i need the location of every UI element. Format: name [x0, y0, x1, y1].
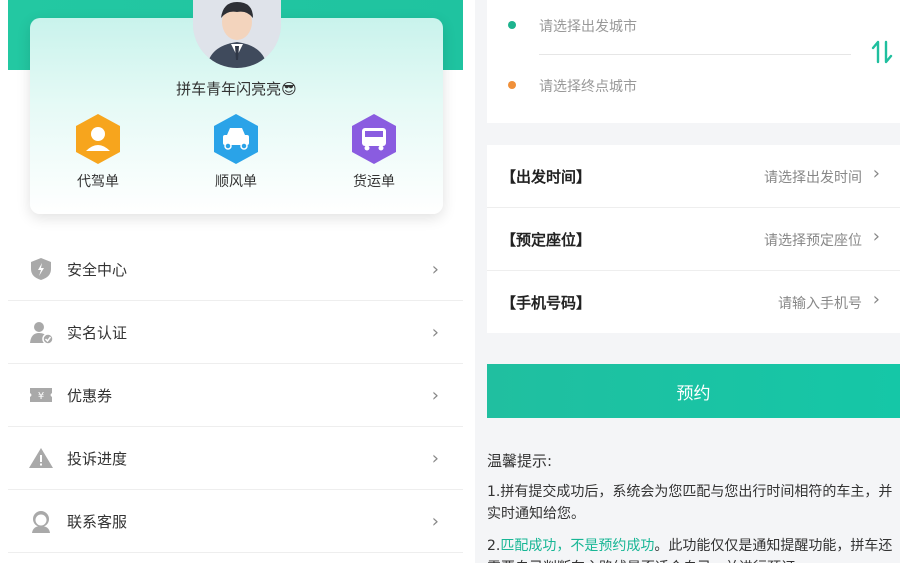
- menu-item-complaints[interactable]: 投诉进度 ›: [8, 427, 463, 490]
- departure-dot: [508, 21, 516, 29]
- phone-row[interactable]: 【手机号码】 请输入手机号 ›: [487, 271, 900, 334]
- order-type-label: 货运单: [353, 174, 395, 190]
- departure-time-value: 请选择出发时间: [764, 170, 862, 186]
- departure-time-row[interactable]: 【出发时间】 请选择出发时间 ›: [487, 145, 900, 208]
- order-type-label: 代驾单: [77, 174, 119, 190]
- destination-city-field[interactable]: 请选择终点城市: [539, 76, 637, 96]
- svg-text:¥: ¥: [38, 391, 44, 402]
- verified-user-icon: [30, 322, 54, 345]
- chevron-right-icon: ›: [872, 226, 880, 247]
- car-icon: [214, 114, 258, 164]
- avatar-icon: [193, 0, 281, 68]
- truck-icon: [352, 114, 396, 164]
- shield-icon: [31, 258, 51, 280]
- order-type-ride[interactable]: 顺风单: [191, 113, 281, 191]
- chevron-right-icon: ›: [872, 289, 880, 310]
- chevron-right-icon: ›: [431, 447, 439, 469]
- avatar[interactable]: [193, 0, 281, 68]
- tip-2: 2.匹配成功，不是预约成功。此功能仅仅是通知提醒功能，拼车还需要自己判断车主路线…: [487, 535, 900, 563]
- form-label: 【预定座位】: [501, 231, 592, 249]
- tip-2-prefix: 2.: [487, 538, 501, 554]
- form-label: 【手机号码】: [501, 294, 592, 312]
- chevron-right-icon: ›: [431, 321, 439, 343]
- reserve-button[interactable]: 预约: [487, 364, 900, 418]
- route-card: 请选择出发城市 请选择终点城市: [487, 0, 900, 123]
- warning-icon: [29, 448, 53, 468]
- departure-city-field[interactable]: 请选择出发城市: [539, 16, 637, 36]
- chevron-right-icon: ›: [431, 258, 439, 280]
- tips-title: 温馨提示:: [487, 452, 553, 470]
- menu-item-verification[interactable]: 实名认证 ›: [8, 301, 463, 364]
- booking-form: 【出发时间】 请选择出发时间 › 【预定座位】 请选择预定座位 › 【手机号码】…: [487, 145, 900, 333]
- chevron-right-icon: ›: [872, 163, 880, 184]
- settings-menu: 安全中心 › 实名认证 › ¥ 优惠券 › 投诉进度 › 联系客服 ›: [8, 238, 463, 553]
- coupon-icon: ¥: [30, 388, 52, 402]
- divider: [539, 54, 851, 55]
- menu-item-support[interactable]: 联系客服 ›: [8, 490, 463, 553]
- swap-icon[interactable]: [869, 38, 895, 66]
- menu-item-label: 实名认证: [67, 323, 128, 342]
- username: 拼车青年闪亮亮😎: [176, 80, 297, 98]
- chevron-right-icon: ›: [431, 384, 439, 406]
- menu-item-label: 优惠券: [67, 386, 113, 405]
- driver-icon: [76, 114, 120, 164]
- tip-1: 1.拼有提交成功后，系统会为您匹配与您出行时间相符的车主，并实时通知给您。: [487, 484, 893, 522]
- menu-item-label: 安全中心: [67, 260, 128, 279]
- menu-item-label: 投诉进度: [67, 449, 128, 468]
- tip-2-highlight: 匹配成功，不是预约成功: [500, 538, 655, 554]
- menu-item-label: 联系客服: [67, 512, 128, 531]
- phone-value: 请输入手机号: [778, 296, 862, 312]
- order-type-driver[interactable]: 代驾单: [53, 113, 143, 191]
- customer-service-icon: [32, 511, 50, 533]
- seat-value: 请选择预定座位: [764, 233, 862, 249]
- booking-panel: 请选择出发城市 请选择终点城市 【出发时间】 请选择出发时间 › 【预定座位】 …: [475, 0, 900, 563]
- profile-panel: 拼车青年闪亮亮😎 代驾单 顺风单 货运单 安全中心 › 实名认证 › ¥ 优惠券…: [0, 0, 475, 563]
- order-type-freight[interactable]: 货运单: [329, 113, 419, 191]
- tips-section: 温馨提示: 1.拼有提交成功后，系统会为您匹配与您出行时间相符的车主，并实时通知…: [487, 450, 900, 563]
- order-type-label: 顺风单: [215, 174, 257, 190]
- chevron-right-icon: ›: [431, 510, 439, 532]
- form-label: 【出发时间】: [501, 168, 592, 186]
- seat-row[interactable]: 【预定座位】 请选择预定座位 ›: [487, 208, 900, 271]
- destination-dot: [508, 81, 516, 89]
- menu-item-coupons[interactable]: ¥ 优惠券 ›: [8, 364, 463, 427]
- menu-item-security[interactable]: 安全中心 ›: [8, 238, 463, 301]
